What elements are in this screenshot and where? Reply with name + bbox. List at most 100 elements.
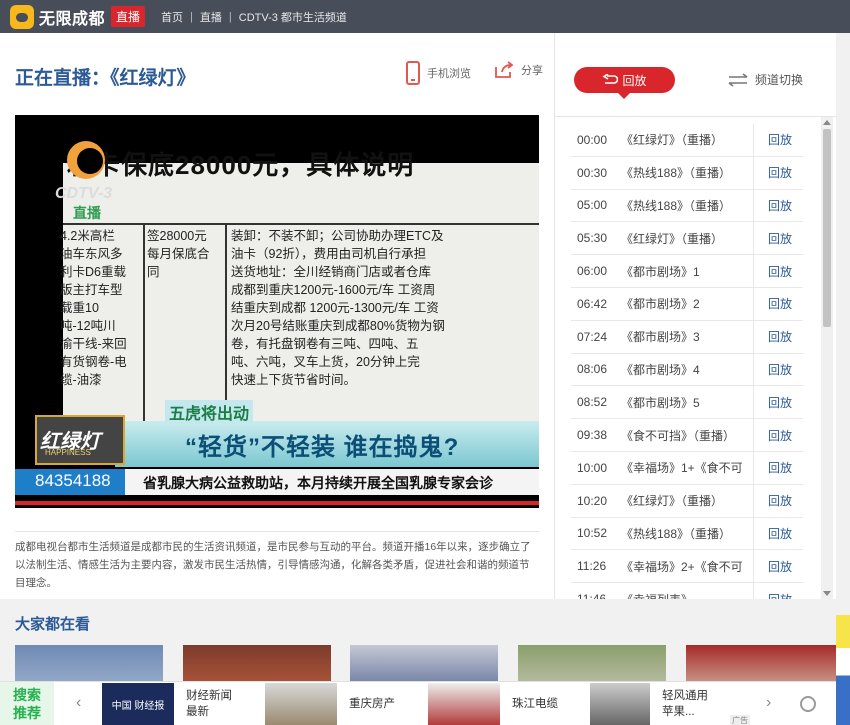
breadcrumb-live[interactable]: 直播 (200, 9, 222, 25)
schedule-program: 《都市剧场》4 (621, 362, 700, 377)
brand-name: 无限成都 (39, 10, 106, 28)
ad-thumb (428, 683, 500, 725)
schedule-time: 09:38 (577, 428, 608, 443)
ad-mark: 广告 (730, 715, 750, 725)
replay-link[interactable]: 回放 (768, 131, 792, 148)
video-col-2: 签28000元 每月保底合同 (147, 229, 210, 279)
switch-arrows-icon (728, 72, 748, 87)
scroll-up-arrow[interactable] (823, 120, 831, 125)
breadcrumb-separator: | (190, 10, 193, 23)
ad-item[interactable]: 重庆房产 (265, 682, 395, 725)
schedule-row: 08:06 《都市剧场》4 回放 (571, 353, 803, 387)
schedule-time: 00:00 (577, 132, 608, 147)
replay-link[interactable]: 回放 (768, 394, 792, 411)
site-logo[interactable]: 无限成都 直播 (10, 4, 146, 29)
share-label: 分享 (521, 65, 543, 77)
schedule-time: 07:24 (577, 329, 608, 344)
video-banner-text: “轻货”不轻装 谁在捣鬼? (185, 434, 460, 461)
schedule-time: 10:20 (577, 493, 608, 508)
replay-link[interactable]: 回放 (768, 197, 792, 214)
schedule-program: 《热线188》（重播） (621, 526, 732, 541)
ad-item[interactable]: 轻风通用苹果... (590, 682, 714, 725)
breadcrumb-home[interactable]: 首页 (161, 9, 183, 25)
schedule-time: 10:52 (577, 526, 608, 541)
schedule-list: 00:00 《红绿灯》（重播） 回放 00:30 《热线188》（重播） 回放 05:00 《… (571, 124, 803, 599)
channel-logo-text: CDTV-3 (55, 185, 113, 202)
schedule-time: 06:42 (577, 296, 608, 311)
schedule-program: 《幸福场》1+《食不可 (621, 461, 743, 476)
schedule-row: 10:20 《红绿灯》（重播） 回放 (571, 484, 803, 518)
replay-link[interactable]: 回放 (768, 558, 792, 575)
schedule-program: 《幸福场》2+《食不可 (621, 559, 743, 574)
schedule-scrollbar[interactable] (821, 117, 833, 599)
main-panel: 正在直播：《红绿灯》 手机浏览 分享 利卡保底28000元，具体说明 4.2米高… (0, 33, 837, 599)
schedule-time: 08:06 (577, 362, 608, 377)
video-col-1: 4.2米高栏 油车东风多 利卡D6重载 版主打车型 载重10 吨-12吨川 渝干线-来回 有货… (60, 229, 127, 387)
replay-link[interactable]: 回放 (768, 459, 792, 476)
schedule-time: 05:30 (577, 231, 608, 246)
replay-tab-button[interactable]: 回放 (574, 67, 675, 99)
replay-link[interactable]: 回放 (768, 525, 792, 542)
breadcrumb-separator: | (228, 10, 232, 23)
schedule-row: 10:52 《热线188》（重播） 回放 (571, 517, 803, 551)
share-icon (494, 61, 514, 79)
search-recommend-bar: 搜索推荐 ‹ 中国 财经报 财经新闻最新 重庆房产 珠江电缆 轻风通用苹果...… (0, 681, 836, 725)
replay-label: 回放 (622, 73, 647, 88)
schedule-program: 《幸福列表》 (621, 591, 753, 599)
replay-link[interactable]: 回放 (768, 295, 792, 312)
mobile-view-label: 手机浏览 (427, 68, 471, 80)
replay-link[interactable]: 回放 (768, 492, 792, 509)
schedule-program: 《都市剧场》1 (621, 264, 700, 279)
video-red-strip (15, 501, 539, 505)
schedule-row: 11:46《幸福列表》 回放 (571, 583, 803, 599)
schedule-program: 《都市剧场》5 (621, 395, 700, 410)
schedule-program: 《热线188》（重播） (621, 166, 732, 181)
schedule-time: 11:46 (577, 592, 621, 599)
replay-link[interactable]: 回放 (768, 328, 792, 345)
replay-link[interactable]: 回放 (768, 591, 792, 599)
schedule-row: 11:26 《幸福场》2+《食不可 回放 (571, 550, 803, 584)
ad-next-arrow[interactable]: › (766, 694, 771, 712)
schedule-program: 《都市剧场》2 (621, 297, 700, 312)
schedule-panel: 回放 频道切换 00:00 《红绿灯》（重播） 回放 00:30 《热线188》（重播）… (554, 33, 837, 599)
schedule-time: 06:00 (577, 264, 608, 279)
schedule-row: 05:00 《热线188》（重播） 回放 (571, 189, 803, 223)
channel-switch-button[interactable]: 频道切换 (727, 71, 803, 88)
hotline-number: 84354188 (35, 471, 111, 490)
schedule-row: 07:24 《都市剧场》3 回放 (571, 320, 803, 354)
schedule-program: 《都市剧场》3 (621, 330, 700, 345)
gear-icon[interactable] (800, 696, 816, 712)
schedule-row: 06:42 《都市剧场》2 回放 (571, 287, 803, 321)
ad-prev-arrow[interactable]: ‹ (76, 694, 81, 712)
schedule-time: 08:52 (577, 395, 608, 410)
show-badge-sub: HAPPINESS (45, 448, 91, 457)
live-tag: 直播 (111, 6, 146, 27)
side-ad-edge[interactable] (836, 615, 850, 725)
schedule-row: 09:38 《食不可挡》（重播） 回放 (571, 419, 803, 452)
top-nav-bar: 无限成都 直播 首页 | 直播 | CDTV-3 都市生活频道 (0, 0, 850, 33)
ad-thumb: 中国 财经报 (102, 683, 174, 725)
share-button[interactable]: 分享 (494, 61, 543, 79)
ad-thumb (265, 683, 337, 725)
search-recommend-label: 搜索推荐 (0, 682, 54, 725)
replay-link[interactable]: 回放 (768, 164, 792, 181)
schedule-row: 05:30 《红绿灯》（重播） 回放 (571, 222, 803, 256)
channel-switch-label: 频道切换 (755, 73, 804, 87)
replay-link[interactable]: 回放 (768, 230, 792, 247)
video-player[interactable]: 利卡保底28000元，具体说明 4.2米高栏 油车东风多 利卡D6重载 版主打车型 载重… (15, 115, 539, 508)
channel-description: 成都电视台都市生活频道是成都市民的生活资讯频道，是市民参与互动的平台。频道开播1… (15, 531, 539, 592)
replay-link[interactable]: 回放 (768, 427, 792, 444)
mobile-view-button[interactable]: 手机浏览 (406, 61, 471, 85)
schedule-row: 00:00 《红绿灯》（重播） 回放 (571, 124, 803, 157)
replay-icon (602, 74, 619, 84)
schedule-row: 10:00 《幸福场》1+《食不可 回放 (571, 451, 803, 485)
ad-label: 珠江电缆 (512, 698, 558, 710)
breadcrumb-channel: CDTV-3 都市生活频道 (238, 11, 347, 24)
replay-link[interactable]: 回放 (768, 361, 792, 378)
replay-link[interactable]: 回放 (768, 263, 792, 280)
scroll-thumb[interactable] (823, 129, 831, 327)
ad-item[interactable]: 珠江电缆 (428, 682, 558, 725)
ad-label: 重庆房产 (349, 698, 395, 710)
scroll-down-arrow[interactable] (823, 591, 831, 596)
ad-item[interactable]: 中国 财经报 财经新闻最新 (102, 682, 236, 725)
